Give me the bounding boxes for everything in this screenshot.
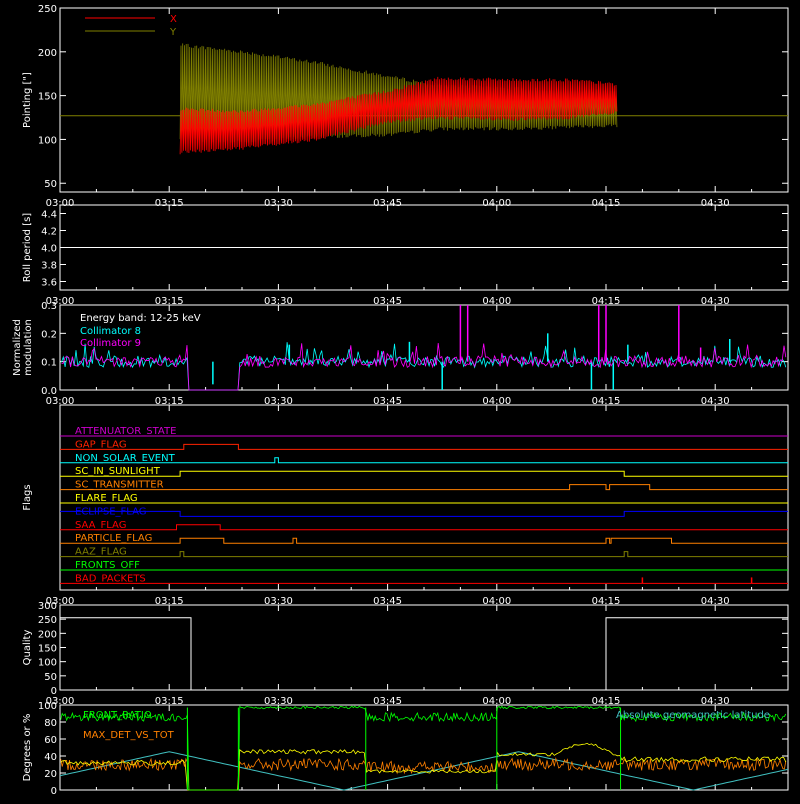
y-axis-label: Pointing ["] — [22, 72, 33, 128]
y-tick-label: 0 — [51, 686, 57, 697]
y-axis-label: Degrees or % — [22, 714, 33, 782]
y-tick-label: 60 — [44, 735, 57, 746]
quality-line — [60, 617, 788, 691]
flag-line-sc-transmitter — [60, 484, 788, 491]
y-tick-label: 3.8 — [41, 261, 57, 272]
flag-label: AAZ_FLAG — [75, 547, 127, 558]
flag-line-particle-flag — [60, 537, 788, 544]
legend-label: MAX_DET_VS_TOT — [83, 730, 175, 741]
y-axis-label: modulation — [23, 319, 34, 376]
flag-line-saa-flag — [60, 524, 788, 531]
flag-line-eclipse-flag — [60, 510, 788, 517]
y-tick-label: 4.4 — [41, 210, 57, 221]
legend-label: Collimator 9 — [80, 338, 141, 349]
y-tick-label: 0 — [51, 786, 57, 797]
y-tick-label: 80 — [44, 718, 57, 729]
flag-label: FLARE_FLAG — [75, 493, 138, 504]
modulation-annotation: Energy band: 12-25 keV — [80, 313, 201, 324]
flag-line-aaz-flag — [60, 551, 788, 558]
y-axis-label: Normalized — [12, 319, 23, 376]
flag-label: SC_TRANSMITTER — [75, 480, 164, 491]
y-axis-label: Flags — [22, 484, 33, 510]
y-tick-label: 100 — [38, 658, 57, 669]
flag-label: SC_IN_SUNLIGHT — [75, 466, 161, 477]
y-tick-label: 250 — [38, 615, 57, 626]
flag-line-gap-flag — [60, 443, 788, 450]
y-tick-label: 50 — [44, 672, 57, 683]
y-tick-label: 0.1 — [41, 358, 57, 369]
y-tick-label: 200 — [38, 629, 57, 640]
flag-label: ATTENUATOR_STATE — [75, 426, 176, 437]
y-tick-label: 150 — [38, 644, 57, 655]
y-tick-label: 4.0 — [41, 244, 57, 255]
legend-label: Y — [169, 27, 177, 38]
figure: 03:00 03:15 03:30 03:45 04:00 04:15 04:30 Point… — [0, 0, 800, 800]
percent-series-yellow — [60, 742, 787, 791]
y-axis-label: Quality — [22, 630, 33, 666]
flag-label: GAP_FLAG — [75, 439, 127, 450]
y-tick-label: 100 — [38, 701, 57, 712]
flag-label: NON_SOLAR_EVENT — [75, 453, 176, 464]
y-tick-label: 0.3 — [41, 301, 57, 312]
y-tick-label: 250 — [38, 4, 57, 15]
flag-label: FRONTS_OFF — [75, 560, 140, 571]
flag-label: SAA_FLAG — [75, 520, 126, 531]
modulation-series-collimator-9 — [61, 342, 787, 391]
flag-label: PARTICLE_FLAG — [75, 533, 152, 544]
y-axis-label-group: Normalized modulation — [12, 319, 34, 376]
modulation-series-collimator-8 — [61, 342, 787, 391]
y-tick-label: 0.0 — [41, 386, 57, 397]
y-tick-label: 200 — [38, 48, 57, 59]
figure-svg: 03:00 03:15 03:30 03:45 04:00 04:15 04:30Point… — [12, 4, 789, 797]
legend-label: FRONT_RATIO — [83, 710, 152, 721]
legend-label: Collimator 8 — [80, 326, 141, 337]
y-tick-label: 100 — [38, 135, 57, 146]
y-tick-label: 20 — [44, 769, 57, 780]
flag-line-sc-in-sunlight — [60, 470, 788, 477]
flag-label: ECLIPSE_FLAG — [75, 506, 146, 517]
flag-label: BAD_PACKETS — [75, 573, 146, 584]
percent-annotation: Absolute geomagnetic latitude — [616, 710, 770, 721]
y-tick-label: 3.6 — [41, 278, 57, 289]
y-tick-label: 150 — [38, 92, 57, 103]
y-tick-label: 0.2 — [41, 329, 57, 340]
y-tick-label: 300 — [38, 601, 57, 612]
y-tick-label: 4.2 — [41, 227, 57, 238]
y-axis-label: Roll period [s] — [22, 213, 33, 282]
y-tick-label: 40 — [44, 752, 57, 763]
legend-label: X — [170, 14, 177, 25]
y-tick-label: 50 — [44, 179, 57, 190]
